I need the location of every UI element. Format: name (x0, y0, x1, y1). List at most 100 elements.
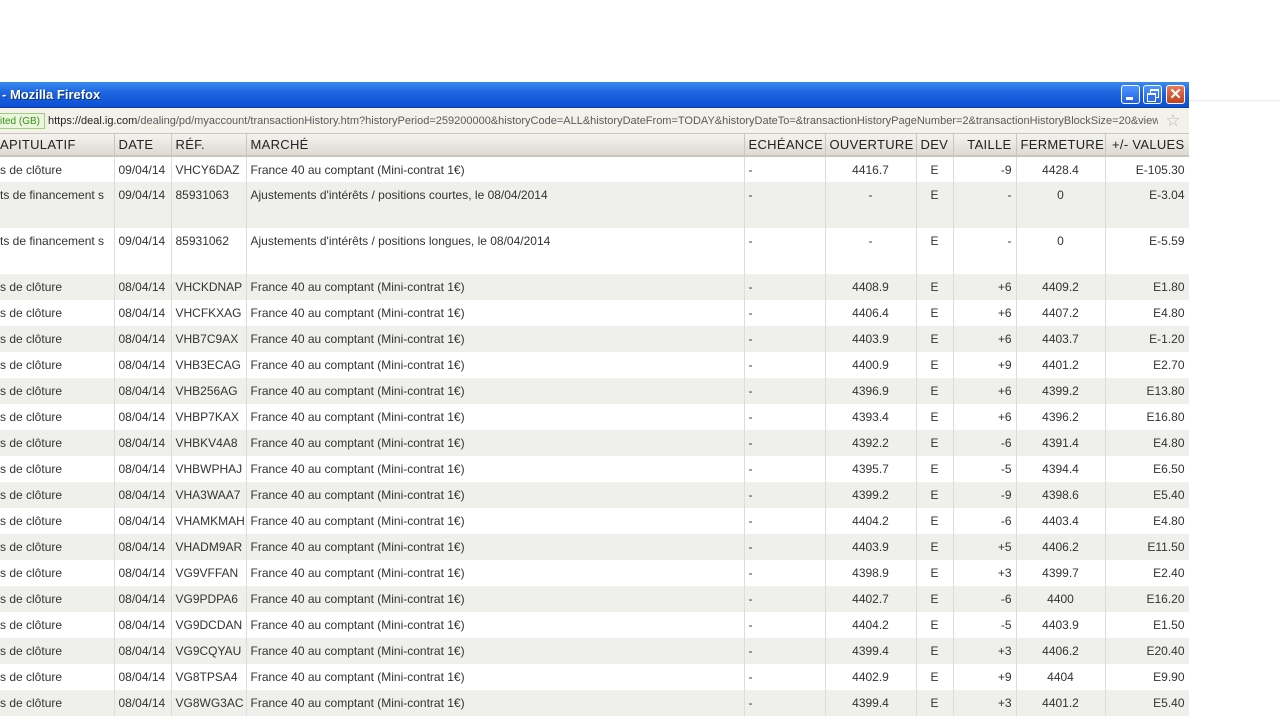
cell-close: 4399.7 (1016, 560, 1106, 586)
cell-currency: E (916, 638, 954, 664)
cell-expiry: - (744, 586, 826, 612)
cell-close: 4407.2 (1016, 300, 1106, 326)
cell-ref: VHADM9AR (171, 534, 247, 560)
cell-date: 08/04/14 (114, 456, 172, 482)
cell-currency: E (916, 586, 954, 612)
table-row[interactable]: s de clôture 08/04/14 VHA3WAA7 France 40 au… (0, 482, 1189, 508)
site-identity-badge[interactable]: ited (GB) (0, 113, 46, 129)
table-row[interactable]: s de clôture 08/04/14 VG8TPSA4 France 40 au… (0, 664, 1189, 690)
table-row[interactable]: s de clôture 08/04/14 VG9VFFAN France 40 au… (0, 560, 1189, 586)
cell-market: France 40 au comptant (Mini-contrat 1€) (246, 664, 745, 690)
table-row[interactable]: s de clôture 08/04/14 VHB3ECAG France 40 au… (0, 352, 1189, 378)
cell-size: -5 (953, 456, 1017, 482)
cell-pnl: E13.80 (1105, 378, 1189, 404)
table-row[interactable]: s de clôture 08/04/14 VHADM9AR France 40 au… (0, 534, 1189, 560)
cell-pnl: E2.40 (1105, 560, 1189, 586)
table-row[interactable]: s de clôture 08/04/14 VG9PDPA6 France 40 au… (0, 586, 1189, 612)
header-expiry[interactable]: ECHÉANCE (744, 134, 826, 157)
transaction-history-table-container[interactable]: APITULATIF DATE RÉF. MARCHÉ ECHÉANCE OUV… (0, 134, 1189, 720)
cell-size: +6 (953, 378, 1017, 404)
header-date[interactable]: DATE (114, 134, 172, 157)
restore-button[interactable] (1143, 85, 1162, 104)
cell-open: 4416.7 (825, 156, 917, 182)
header-pnl[interactable]: +/- VALUES (1105, 134, 1189, 157)
cell-expiry: - (744, 430, 826, 456)
table-row[interactable]: s de clôture 08/04/14 VHCKDNAP France 40 au… (0, 274, 1189, 300)
cell-currency: E (916, 228, 954, 274)
cell-market: France 40 au comptant (Mini-contrat 1€) (246, 508, 745, 534)
cell-type: s de clôture (0, 456, 115, 482)
table-row[interactable]: s de clôture 08/04/14 VHB7C9AX France 40 au… (0, 326, 1189, 352)
star-icon[interactable]: ☆ (1163, 111, 1183, 131)
cell-expiry: - (744, 404, 826, 430)
table-row[interactable]: s de clôture 08/04/14 VHAMKMAH France 40 au… (0, 508, 1189, 534)
cell-market: France 40 au comptant (Mini-contrat 1€) (246, 352, 745, 378)
header-type[interactable]: APITULATIF (0, 134, 115, 157)
cell-close: 4409.2 (1016, 274, 1106, 300)
cell-open: 4402.9 (825, 664, 917, 690)
cell-pnl: E20.40 (1105, 638, 1189, 664)
table-row[interactable]: s de clôture 08/04/14 VG8WG3AC France 40 au… (0, 690, 1189, 716)
table-row[interactable]: s de clôture 08/04/14 VHBP7KAX France 40 au… (0, 404, 1189, 430)
table-row[interactable]: ts de financement s 09/04/14 85931063 Ajust… (0, 182, 1189, 228)
cell-size: +3 (953, 638, 1017, 664)
cell-date: 08/04/14 (114, 482, 172, 508)
table-row[interactable]: ts de financement s 09/04/14 85931062 Ajust… (0, 228, 1189, 274)
cell-market: France 40 au comptant (Mini-contrat 1€) (246, 378, 745, 404)
cell-close: 4404 (1016, 664, 1106, 690)
table-row[interactable]: s de clôture 09/04/14 VHCY6DAZ France 40 au… (0, 156, 1189, 182)
cell-market: Ajustements d'intérêts / positions court… (246, 182, 745, 228)
cell-date: 08/04/14 (114, 508, 172, 534)
cell-market: France 40 au comptant (Mini-contrat 1€) (246, 560, 745, 586)
minimize-button[interactable] (1121, 85, 1140, 104)
cell-type: s de clôture (0, 274, 115, 300)
cell-size: -5 (953, 612, 1017, 638)
table-row[interactable]: s de clôture 08/04/14 VHBKV4A8 France 40 au… (0, 430, 1189, 456)
cell-open: 4399.4 (825, 638, 917, 664)
header-market[interactable]: MARCHÉ (246, 134, 745, 157)
cell-market: France 40 au comptant (Mini-contrat 1€) (246, 612, 745, 638)
cell-expiry: - (744, 456, 826, 482)
title-bar[interactable]: - Mozilla Firefox ✕ (0, 82, 1189, 108)
cell-pnl: E9.90 (1105, 664, 1189, 690)
cell-market: France 40 au comptant (Mini-contrat 1€) (246, 274, 745, 300)
cell-close: 0 (1016, 228, 1106, 274)
cell-size: +9 (953, 352, 1017, 378)
cell-type: s de clôture (0, 430, 115, 456)
cell-size: -6 (953, 508, 1017, 534)
cell-size: -9 (953, 156, 1017, 182)
header-close[interactable]: FERMETURE (1016, 134, 1106, 157)
url-field[interactable]: https://deal.ig.com/dealing/pd/myaccount… (48, 115, 1158, 127)
cell-expiry: - (744, 182, 826, 228)
cell-date: 08/04/14 (114, 560, 172, 586)
header-currency[interactable]: DEV (916, 134, 954, 157)
cell-ref: VHCY6DAZ (171, 156, 247, 182)
cell-ref: VG8TPSA4 (171, 664, 247, 690)
cell-ref: VHCKDNAP (171, 274, 247, 300)
cell-open: 4399.2 (825, 482, 917, 508)
cell-type: s de clôture (0, 300, 115, 326)
address-bar[interactable]: ited (GB) https://deal.ig.com/dealing/pd… (0, 108, 1189, 134)
close-button[interactable]: ✕ (1166, 85, 1185, 104)
header-size[interactable]: TAILLE (953, 134, 1017, 157)
table-row[interactable]: s de clôture 08/04/14 VHB256AG France 40 au… (0, 378, 1189, 404)
table-row[interactable]: s de clôture 08/04/14 VHCFKXAG France 40 au… (0, 300, 1189, 326)
cell-date: 08/04/14 (114, 430, 172, 456)
cell-open: 4398.9 (825, 560, 917, 586)
cell-currency: E (916, 560, 954, 586)
table-row[interactable]: s de clôture 08/04/14 VG9DCDAN France 40 au… (0, 612, 1189, 638)
cell-type: s de clôture (0, 560, 115, 586)
cell-ref: VG9CQYAU (171, 638, 247, 664)
url-path: /dealing/pd/myaccount/transactionHistory… (137, 115, 1158, 127)
header-open[interactable]: OUVERTURE (825, 134, 917, 157)
window-title: - Mozilla Firefox (2, 87, 101, 102)
cell-currency: E (916, 430, 954, 456)
table-row[interactable]: s de clôture 08/04/14 VG9CQYAU France 40 au… (0, 638, 1189, 664)
cell-expiry: - (744, 326, 826, 352)
table-body: s de clôture 09/04/14 VHCY6DAZ France 40 au… (0, 156, 1189, 716)
header-ref[interactable]: RÉF. (171, 134, 247, 157)
table-row[interactable]: s de clôture 08/04/14 VHBWPHAJ France 40 au… (0, 456, 1189, 482)
cell-size: +9 (953, 664, 1017, 690)
cell-expiry: - (744, 612, 826, 638)
cell-type: s de clôture (0, 156, 115, 182)
